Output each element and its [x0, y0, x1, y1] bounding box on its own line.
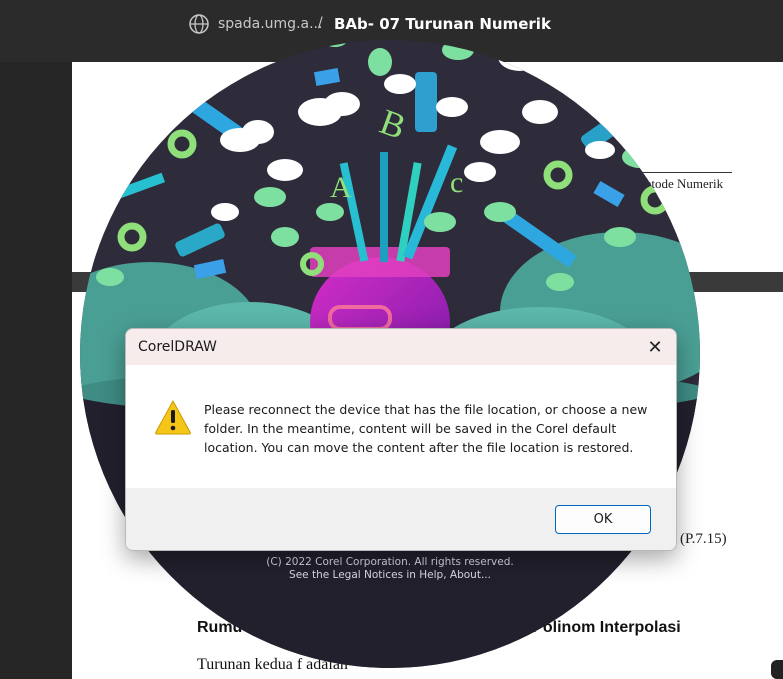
- svg-text:c: c: [450, 166, 463, 199]
- splash-copyright: (C) 2022 Corel Corporation. All rights r…: [200, 556, 580, 582]
- svg-text:A: A: [330, 171, 352, 204]
- warning-icon: [155, 399, 191, 435]
- breadcrumb-separator: /: [318, 15, 323, 31]
- dialog-title: CorelDRAW: [138, 339, 217, 355]
- coreldraw-dialog: CorelDRAW ✕ Please reconnect the device …: [125, 328, 677, 551]
- copyright-line: (C) 2022 Corel Corporation. All rights r…: [266, 556, 514, 568]
- dialog-title-bar: CorelDRAW ✕: [126, 329, 676, 365]
- legal-notice-line: See the Legal Notices in Help, About...: [289, 569, 491, 581]
- scrollbar-thumb[interactable]: [771, 660, 783, 679]
- viewer-left-panel: [0, 62, 72, 679]
- dialog-message: Please reconnect the device that has the…: [204, 402, 648, 455]
- document-title: BAb- 07 Turunan Numerik: [334, 15, 551, 33]
- site-address[interactable]: spada.umg.a...: [218, 16, 322, 32]
- ok-button[interactable]: OK: [555, 505, 651, 534]
- close-icon[interactable]: ✕: [641, 337, 669, 359]
